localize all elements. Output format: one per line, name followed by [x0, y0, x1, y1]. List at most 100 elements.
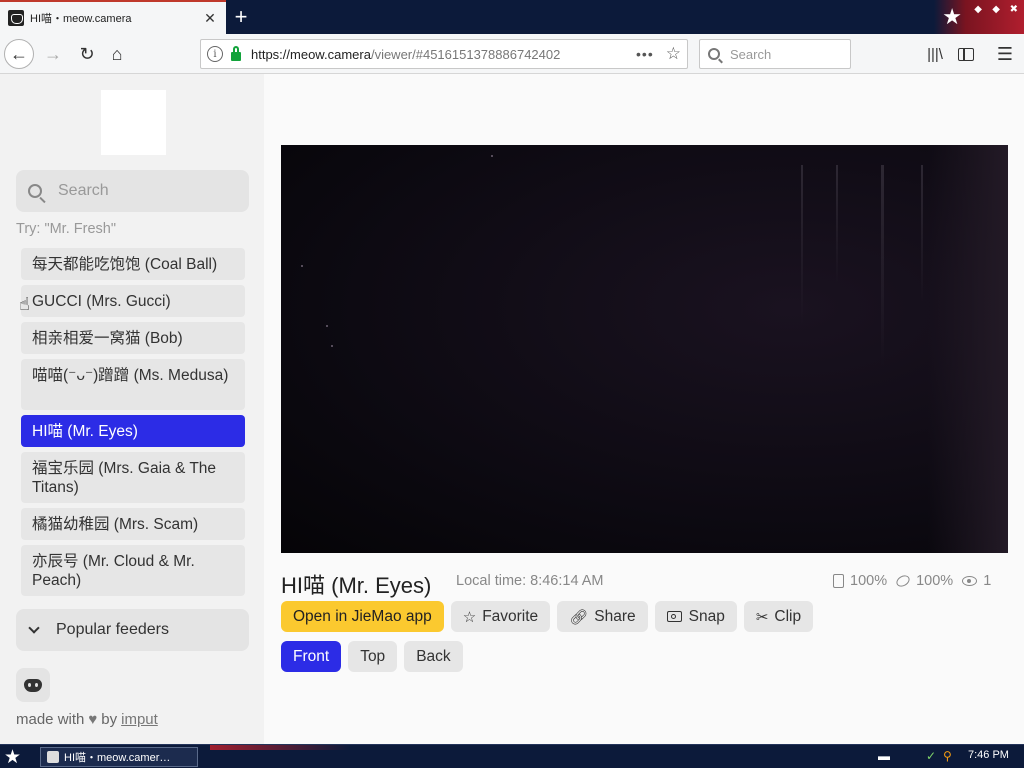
- home-button[interactable]: ⌂: [102, 39, 132, 69]
- camera-item-bob[interactable]: 相亲相爱一窝猫 (Bob): [21, 322, 245, 354]
- sidebar-icon: [958, 47, 974, 61]
- camera-item-ms-medusa[interactable]: 喵喵(⁻ᴗ⁻)蹭蹭 (Ms. Medusa): [21, 359, 245, 410]
- arrow-right-icon: →: [44, 43, 62, 64]
- sidebar-toggle-button[interactable]: [951, 39, 981, 69]
- hamburger-icon: ☰: [996, 43, 1014, 64]
- viewer-count: 1: [983, 573, 992, 589]
- search-tray-icon[interactable]: ⚲: [943, 749, 952, 763]
- view-top-button[interactable]: Top: [348, 641, 398, 672]
- share-label: Share: [594, 607, 636, 625]
- video-speck: [491, 155, 493, 157]
- os-taskbar: ★ HI喵・meow.camer… ▬ ✓ ⚲ 7:46 PM: [0, 744, 1024, 768]
- video-glare: [801, 165, 803, 325]
- search-icon: [28, 184, 42, 198]
- food-level: 100%: [850, 573, 888, 589]
- local-time: Local time: 8:46:14 AM: [456, 573, 604, 589]
- menu-button[interactable]: ☰: [990, 39, 1020, 69]
- footer-credit: made with ♥ by imput: [16, 711, 158, 728]
- camera-title: HI喵 (Mr. Eyes): [281, 573, 432, 598]
- forward-button[interactable]: →: [38, 39, 68, 69]
- camera-video-feed[interactable]: [281, 145, 1008, 553]
- camera-item-mrs-gucci[interactable]: GUCCI (Mrs. Gucci): [21, 285, 245, 317]
- popular-feeders-label: Popular feeders: [56, 621, 169, 638]
- discord-button[interactable]: [16, 668, 50, 702]
- taskbar-decoration: [210, 745, 350, 750]
- library-button[interactable]: |||\: [920, 39, 950, 69]
- browser-search-bar[interactable]: [699, 39, 851, 69]
- favorite-label: Favorite: [482, 607, 539, 625]
- network-icon[interactable]: ✓: [926, 749, 936, 763]
- library-icon: |||\: [927, 45, 943, 63]
- new-tab-button[interactable]: +: [228, 4, 254, 30]
- viewer-stat: 1: [962, 573, 991, 589]
- camera-item-mr-eyes[interactable]: HI喵 (Mr. Eyes): [21, 415, 245, 447]
- by-text: by: [101, 711, 118, 728]
- view-front-button[interactable]: Front: [281, 641, 342, 672]
- hand-cursor-icon: ☝: [19, 294, 30, 314]
- snap-button[interactable]: Snap: [654, 601, 737, 632]
- tab-close-icon[interactable]: ✕: [202, 10, 218, 26]
- star-icon: ☆: [462, 608, 477, 626]
- heart-icon: ♥: [88, 711, 98, 728]
- taskbar-browser-item[interactable]: HI喵・meow.camer…: [40, 747, 198, 767]
- site-logo: [101, 90, 166, 155]
- keyboard-icon[interactable]: ▬: [878, 749, 890, 763]
- snap-label: Snap: [688, 607, 725, 625]
- camera-stats: 100% 100% 1: [833, 573, 991, 589]
- camera-item-mrs-gaia[interactable]: 福宝乐园 (Mrs. Gaia & The Titans): [21, 452, 245, 503]
- camera-search-box[interactable]: [16, 170, 249, 212]
- food-bag-icon: [833, 574, 844, 588]
- author-link[interactable]: imput: [121, 711, 158, 728]
- favorite-button[interactable]: ☆ Favorite: [450, 601, 551, 632]
- video-glow: [928, 145, 1008, 553]
- camera-item-mrs-scam[interactable]: 橘猫幼稚园 (Mrs. Scam): [21, 508, 245, 540]
- page-actions-menu-icon[interactable]: •••: [636, 46, 654, 62]
- made-with-text: made with: [16, 711, 85, 728]
- share-button[interactable]: 🔗︎ Share: [557, 601, 648, 632]
- minimize-icon[interactable]: ◆: [974, 4, 982, 15]
- reload-button[interactable]: ↻: [72, 39, 102, 69]
- browser-search-input[interactable]: [730, 46, 840, 62]
- video-speck: [326, 325, 328, 327]
- video-speck: [331, 345, 333, 347]
- view-back-button[interactable]: Back: [404, 641, 463, 672]
- scissors-icon: ✂: [755, 608, 769, 626]
- browser-tab[interactable]: HI喵・meow.camera ✕: [0, 2, 226, 34]
- page-content: Try: "Mr. Fresh" 每天都能吃饱饱 (Coal Ball) GUC…: [0, 74, 1024, 744]
- clip-button[interactable]: ✂ Clip: [743, 601, 814, 632]
- discord-icon: [24, 678, 42, 692]
- open-app-button[interactable]: Open in JieMao app: [281, 601, 444, 632]
- link-icon: 🔗︎: [569, 608, 589, 626]
- popular-feeders-toggle[interactable]: Popular feeders: [16, 609, 249, 651]
- chevron-down-icon: [28, 621, 40, 634]
- star-logo-icon: ★: [942, 4, 962, 29]
- treat-level: 100%: [916, 573, 954, 589]
- search-icon: [708, 48, 720, 60]
- search-hint: Try: "Mr. Fresh": [16, 221, 116, 237]
- cat-favicon-icon: [8, 10, 24, 26]
- info-icon[interactable]: i: [207, 46, 223, 62]
- camera-search-input[interactable]: [58, 182, 228, 200]
- tab-title: HI喵・meow.camera: [30, 13, 132, 25]
- url-text[interactable]: https://meow.camera/viewer/#451615137888…: [251, 47, 636, 62]
- camera-list: 每天都能吃饱饱 (Coal Ball) GUCCI (Mrs. Gucci) 相…: [21, 248, 245, 601]
- bookmark-star-icon[interactable]: ☆: [666, 44, 681, 64]
- browser-app-icon: [47, 751, 59, 763]
- treat-stat: 100%: [894, 573, 954, 589]
- view-selector: Front Top Back: [281, 641, 470, 672]
- camera-icon: [666, 611, 682, 622]
- back-button[interactable]: ←: [4, 39, 34, 69]
- treat-icon: [894, 573, 912, 589]
- video-speck: [301, 265, 303, 267]
- close-window-icon[interactable]: ✖: [1010, 4, 1018, 15]
- clip-label: Clip: [774, 607, 802, 625]
- food-stat: 100%: [833, 573, 887, 589]
- camera-item-mr-cloud[interactable]: 亦辰号 (Mr. Cloud & Mr. Peach): [21, 545, 245, 596]
- camera-item-coal-ball[interactable]: 每天都能吃饱饱 (Coal Ball): [21, 248, 245, 280]
- action-buttons: Open in JieMao app ☆ Favorite 🔗︎ Share S…: [281, 601, 820, 632]
- url-bar[interactable]: i https://meow.camera/viewer/#4516151378…: [200, 39, 688, 69]
- start-star-icon[interactable]: ★: [4, 746, 21, 768]
- camera-sidebar: Try: "Mr. Fresh" 每天都能吃饱饱 (Coal Ball) GUC…: [0, 74, 264, 744]
- lock-icon: [231, 45, 241, 61]
- maximize-icon[interactable]: ◆: [992, 4, 1000, 15]
